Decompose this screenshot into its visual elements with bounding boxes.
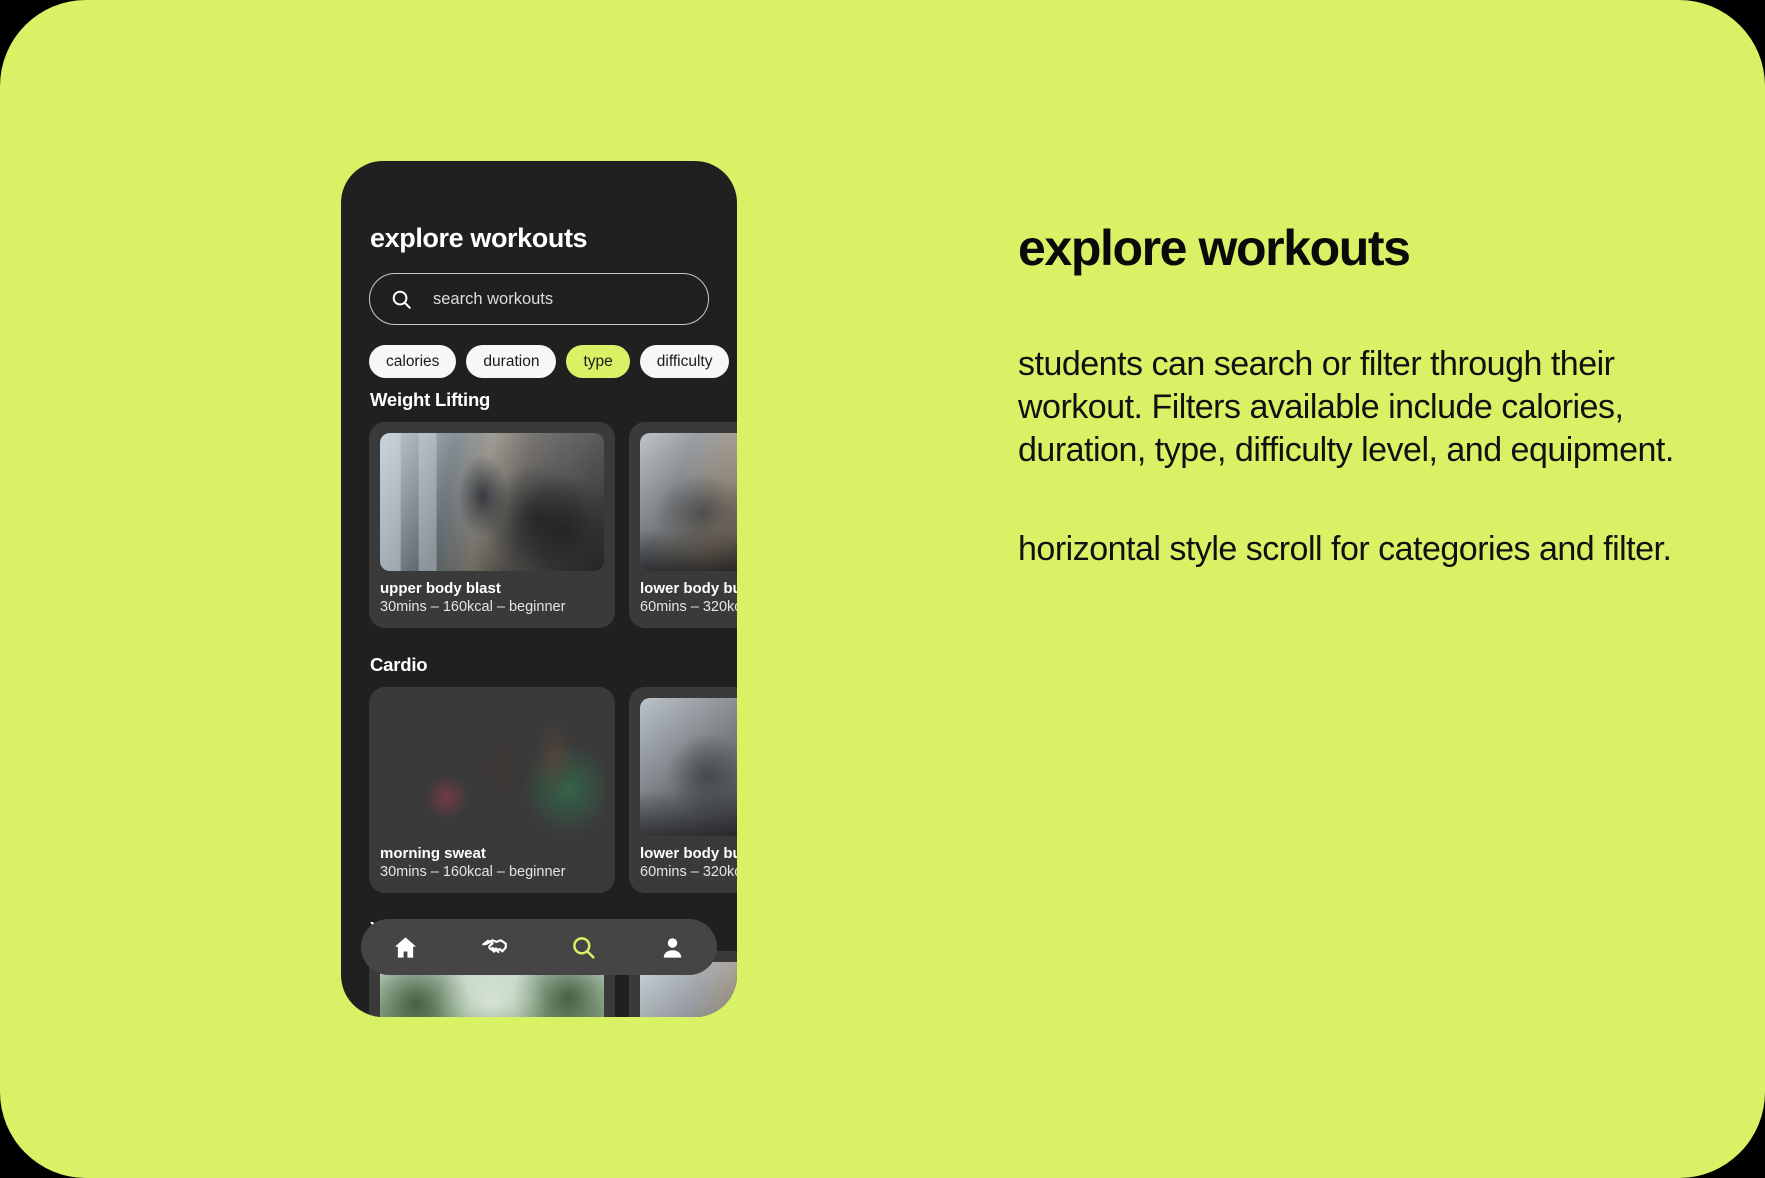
section-heading-weight-lifting: Weight Lifting	[370, 389, 491, 410]
workout-title: upper body blast	[380, 580, 501, 597]
filter-chip-calories[interactable]: calories	[369, 345, 457, 378]
search-input[interactable]: search workouts	[369, 273, 709, 325]
copy-paragraph-2: horizontal style scroll for categories a…	[1018, 530, 1672, 569]
nav-item-home[interactable]	[361, 919, 450, 975]
workout-card[interactable]: upper body blast 30mins – 160kcal – begi…	[369, 422, 615, 628]
page-title: explore workouts	[370, 223, 588, 253]
workout-card[interactable]: lower body burn 60mins – 320kcal – advan…	[629, 687, 737, 893]
filter-chip-duration[interactable]: duration	[466, 345, 557, 378]
poster-canvas: explore workouts search workouts calorie…	[0, 0, 1765, 1178]
nav-item-community[interactable]	[450, 919, 539, 975]
phone-mockup: explore workouts search workouts calorie…	[341, 161, 737, 1017]
workout-card[interactable]: morning sweat 30mins – 160kcal – beginne…	[369, 687, 615, 893]
workout-meta: 30mins – 160kcal – beginner	[380, 599, 566, 615]
workout-title: lower body burn	[640, 580, 737, 597]
workout-title: morning sweat	[380, 845, 486, 862]
workout-thumbnail	[380, 433, 604, 571]
workout-thumbnail	[640, 698, 737, 836]
card-row-weight-lifting[interactable]: upper body blast 30mins – 160kcal – begi…	[369, 422, 737, 628]
workout-meta: 30mins – 160kcal – beginner	[380, 864, 566, 880]
filter-chip-type[interactable]: type	[566, 345, 630, 378]
bottom-navigation-bar[interactable]	[361, 919, 717, 975]
workout-title: lower body burn	[640, 845, 737, 862]
person-icon	[663, 937, 682, 958]
search-icon	[573, 936, 595, 959]
filter-chip-difficulty[interactable]: difficulty	[639, 345, 730, 378]
workout-meta: 60mins – 320kcal – advanced	[640, 599, 737, 615]
search-icon	[392, 290, 411, 309]
copy-block: explore workouts students can search or …	[1018, 222, 1678, 571]
phone-screen: explore workouts search workouts calorie…	[341, 161, 737, 1017]
workout-card[interactable]: lower body burn 60mins – 320kcal – advan…	[629, 422, 737, 628]
copy-headline: explore workouts	[1018, 220, 1411, 276]
handshake-icon	[482, 938, 507, 953]
workout-meta: 60mins – 320kcal – advanced	[640, 864, 737, 880]
workout-thumbnail	[380, 698, 604, 836]
card-row-cardio[interactable]: morning sweat 30mins – 160kcal – beginne…	[369, 687, 737, 893]
nav-item-profile[interactable]	[628, 919, 717, 975]
nav-item-search[interactable]	[539, 919, 628, 975]
home-icon	[394, 936, 417, 958]
filter-chip-row[interactable]: calories duration type difficulty equipm…	[369, 345, 737, 378]
workout-thumbnail	[640, 433, 737, 571]
copy-paragraph-1: students can search or filter through th…	[1018, 344, 1674, 469]
search-placeholder: search workouts	[433, 289, 554, 308]
section-heading-cardio: Cardio	[370, 654, 428, 675]
